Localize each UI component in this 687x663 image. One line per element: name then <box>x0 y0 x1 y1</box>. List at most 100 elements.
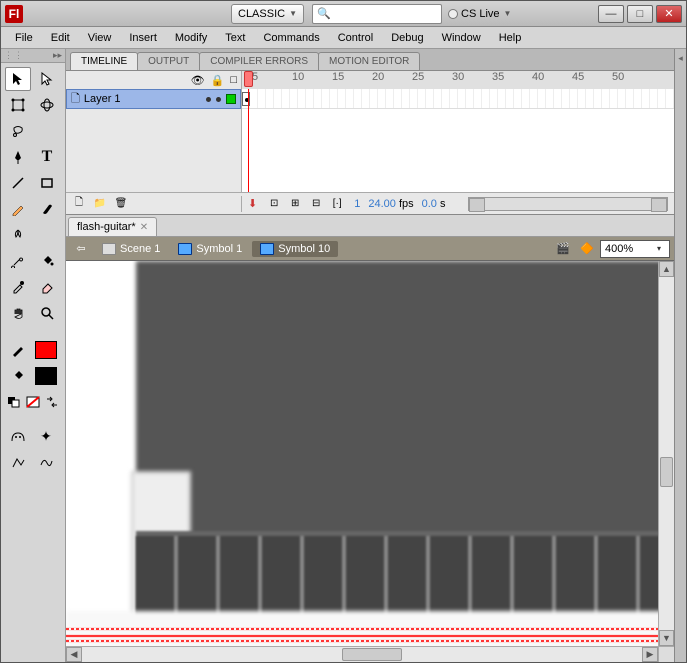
edit-symbols-button[interactable]: 🔶 <box>576 239 598 259</box>
pen-tool[interactable] <box>5 145 31 169</box>
search-box[interactable]: 🔍 <box>312 4 442 24</box>
menu-edit[interactable]: Edit <box>43 30 78 46</box>
lock-dot[interactable] <box>216 97 221 102</box>
tab-output[interactable]: OUTPUT <box>137 52 200 70</box>
expand-panels-button[interactable]: ◂ <box>674 49 686 662</box>
menu-view[interactable]: View <box>80 30 120 46</box>
workspace-dropdown[interactable]: CLASSIC ▼ <box>231 4 304 24</box>
outline-icon[interactable]: □ <box>230 74 237 86</box>
selection-tool[interactable] <box>5 67 31 91</box>
deco-tool[interactable] <box>5 223 31 247</box>
new-folder-button[interactable]: 📁 <box>91 196 109 212</box>
no-color-button[interactable] <box>24 391 41 413</box>
free-transform-tool[interactable] <box>5 93 31 117</box>
brush-tool[interactable] <box>34 197 60 221</box>
scroll-thumb[interactable] <box>660 457 673 487</box>
line-tool[interactable] <box>5 171 31 195</box>
stroke-color-swatch[interactable] <box>33 339 59 361</box>
scroll-thumb[interactable] <box>342 648 402 661</box>
scroll-up-button[interactable]: ▲ <box>659 261 674 277</box>
edit-multiple-frames-button[interactable]: ⊟ <box>307 196 325 212</box>
lasso-tool[interactable] <box>5 119 31 143</box>
modify-markers-button[interactable]: [·] <box>328 196 346 212</box>
search-input[interactable] <box>334 8 437 20</box>
3d-rotation-tool[interactable] <box>34 93 60 117</box>
zoom-input[interactable] <box>605 243 653 255</box>
new-layer-button[interactable]: 🗋 <box>70 196 88 212</box>
smooth-curve-button[interactable] <box>33 451 59 473</box>
frames-area[interactable] <box>242 89 674 192</box>
scroll-right-button[interactable]: ▶ <box>642 647 658 662</box>
stroke-color-tool[interactable] <box>5 339 31 361</box>
onion-skin-button[interactable]: ⊡ <box>265 196 283 212</box>
hand-tool[interactable] <box>5 301 31 325</box>
document-tab[interactable]: flash-guitar* ✕ <box>68 217 157 236</box>
ruler-tick: 5 <box>252 71 292 83</box>
zoom-dropdown[interactable]: ▾ <box>600 240 670 258</box>
selected-path[interactable] <box>66 628 658 630</box>
lock-icon[interactable]: 🔒 <box>211 74 225 87</box>
bone-tool[interactable] <box>5 249 31 273</box>
menu-control[interactable]: Control <box>330 30 381 46</box>
menu-help[interactable]: Help <box>491 30 530 46</box>
scroll-left-button[interactable]: ◀ <box>66 647 82 662</box>
onion-skin-outlines-button[interactable]: ⊞ <box>286 196 304 212</box>
collapse-icon[interactable]: ▸▸ <box>53 50 62 61</box>
breadcrumb-symbol-10[interactable]: Symbol 10 <box>252 241 338 257</box>
menu-debug[interactable]: Debug <box>383 30 431 46</box>
menu-window[interactable]: Window <box>434 30 489 46</box>
text-tool[interactable]: T <box>34 145 60 169</box>
menu-commands[interactable]: Commands <box>255 30 327 46</box>
horizontal-scrollbar[interactable]: ◀ ▶ <box>66 646 658 662</box>
close-button[interactable]: ✕ <box>656 5 682 23</box>
selected-path[interactable] <box>66 635 658 637</box>
menu-insert[interactable]: Insert <box>121 30 165 46</box>
breadcrumb-symbol-1[interactable]: Symbol 1 <box>170 241 250 257</box>
vertical-scrollbar[interactable]: ▲ ▼ <box>658 261 674 646</box>
subselection-tool[interactable] <box>34 67 60 91</box>
selected-path[interactable] <box>66 640 658 642</box>
cslive-button[interactable]: CS Live ▼ <box>448 8 511 20</box>
edit-scene-button[interactable]: 🎬 <box>552 239 574 259</box>
layer-row[interactable]: 🗋 Layer 1 <box>66 89 241 109</box>
tool-empty-1 <box>34 119 60 143</box>
close-tab-icon[interactable]: ✕ <box>140 222 148 233</box>
tab-compiler-errors[interactable]: COMPILER ERRORS <box>199 52 319 70</box>
timeline-scrollbar[interactable] <box>468 197 668 211</box>
outline-color-box[interactable] <box>226 94 236 104</box>
menu-modify[interactable]: Modify <box>167 30 215 46</box>
stage[interactable]: ▲ ▼ ◀ ▶ <box>66 261 674 662</box>
eraser-tool[interactable] <box>34 275 60 299</box>
menu-text[interactable]: Text <box>217 30 253 46</box>
pencil-tool[interactable] <box>5 197 31 221</box>
scroll-down-button[interactable]: ▼ <box>659 630 674 646</box>
search-icon: 🔍 <box>317 7 331 20</box>
fill-color-swatch[interactable] <box>33 365 59 387</box>
straighten-button[interactable] <box>5 451 31 473</box>
ruler-tick: 20 <box>372 71 412 83</box>
smooth-button[interactable]: ✦ <box>33 425 59 447</box>
breadcrumb-scene[interactable]: Scene 1 <box>94 241 168 257</box>
delete-layer-button[interactable]: 🗑 <box>112 196 130 212</box>
playhead[interactable] <box>244 71 253 87</box>
panel-grip[interactable]: ⋮⋮ ▸▸ <box>1 49 65 63</box>
breadcrumb-label: Scene 1 <box>120 243 160 255</box>
frame-row[interactable] <box>242 89 674 109</box>
fill-color-tool[interactable] <box>5 365 31 387</box>
eyedropper-tool[interactable] <box>5 275 31 299</box>
menu-file[interactable]: File <box>7 30 41 46</box>
timeline-ruler[interactable]: 1 5 10 15 20 25 30 35 40 45 50 <box>242 71 674 89</box>
default-colors-button[interactable] <box>5 391 22 413</box>
snap-to-objects-button[interactable] <box>5 425 31 447</box>
visibility-dot[interactable] <box>206 97 211 102</box>
tab-motion-editor[interactable]: MOTION EDITOR <box>318 52 420 70</box>
back-button[interactable]: ⇦ <box>70 239 92 259</box>
zoom-tool[interactable] <box>34 301 60 325</box>
maximize-button[interactable]: □ <box>627 5 653 23</box>
rectangle-tool[interactable] <box>34 171 60 195</box>
paint-bucket-tool[interactable] <box>34 249 60 273</box>
minimize-button[interactable]: — <box>598 5 624 23</box>
swap-colors-button[interactable] <box>44 391 61 413</box>
tab-timeline[interactable]: TIMELINE <box>70 52 138 70</box>
show-hide-icon[interactable]: 👁 <box>191 74 205 87</box>
